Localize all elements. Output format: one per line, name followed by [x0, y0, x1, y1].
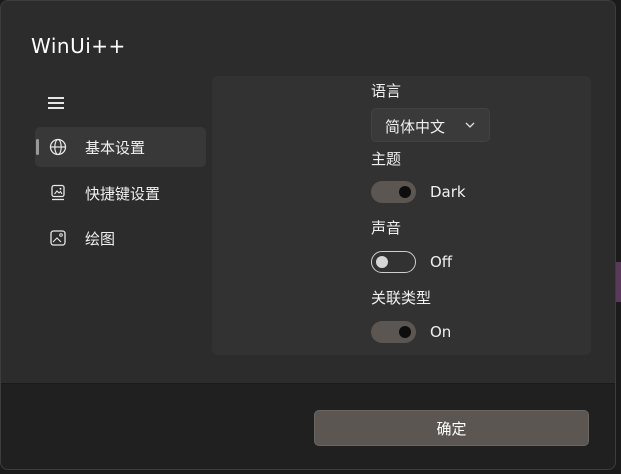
theme-toggle-state: Dark [430, 183, 466, 201]
association-type-toggle[interactable] [371, 321, 416, 343]
sound-label: 声音 [371, 219, 402, 237]
selection-indicator [36, 139, 39, 155]
theme-label: 主题 [371, 150, 402, 168]
toggle-knob [399, 186, 411, 198]
chevron-down-icon [465, 122, 475, 128]
nav-item-basic-settings[interactable]: 基本设置 [35, 127, 206, 167]
app-title: WinUi++ [31, 34, 126, 58]
globe-icon [49, 138, 67, 156]
nav-label-basic-settings: 基本设置 [85, 138, 146, 157]
nav-label-drawing: 绘图 [85, 229, 116, 248]
nav-item-drawing[interactable]: 绘图 [35, 218, 206, 258]
shortcut-icon [51, 184, 65, 201]
toggle-knob [376, 256, 388, 268]
hamburger-menu-icon[interactable] [47, 96, 67, 110]
dialog-footer: 确定 [1, 383, 615, 469]
sound-toggle[interactable] [371, 251, 416, 273]
image-icon [50, 230, 66, 246]
language-label: 语言 [371, 82, 402, 100]
association-type-label: 关联类型 [371, 289, 432, 307]
sound-toggle-state: Off [430, 253, 453, 271]
settings-dialog: WinUi++ 基本设置 快捷键设置 绘图 语言 简体中文 主题 Dark 声音… [0, 0, 616, 470]
toggle-knob [399, 326, 411, 338]
association-type-toggle-state: On [430, 323, 452, 341]
nav-item-shortcut-settings[interactable]: 快捷键设置 [35, 173, 206, 213]
theme-toggle[interactable] [371, 181, 416, 203]
language-dropdown-value: 简体中文 [385, 118, 446, 136]
nav-label-shortcut-settings: 快捷键设置 [85, 184, 161, 203]
ok-button[interactable]: 确定 [314, 410, 589, 446]
language-dropdown[interactable]: 简体中文 [371, 108, 490, 142]
